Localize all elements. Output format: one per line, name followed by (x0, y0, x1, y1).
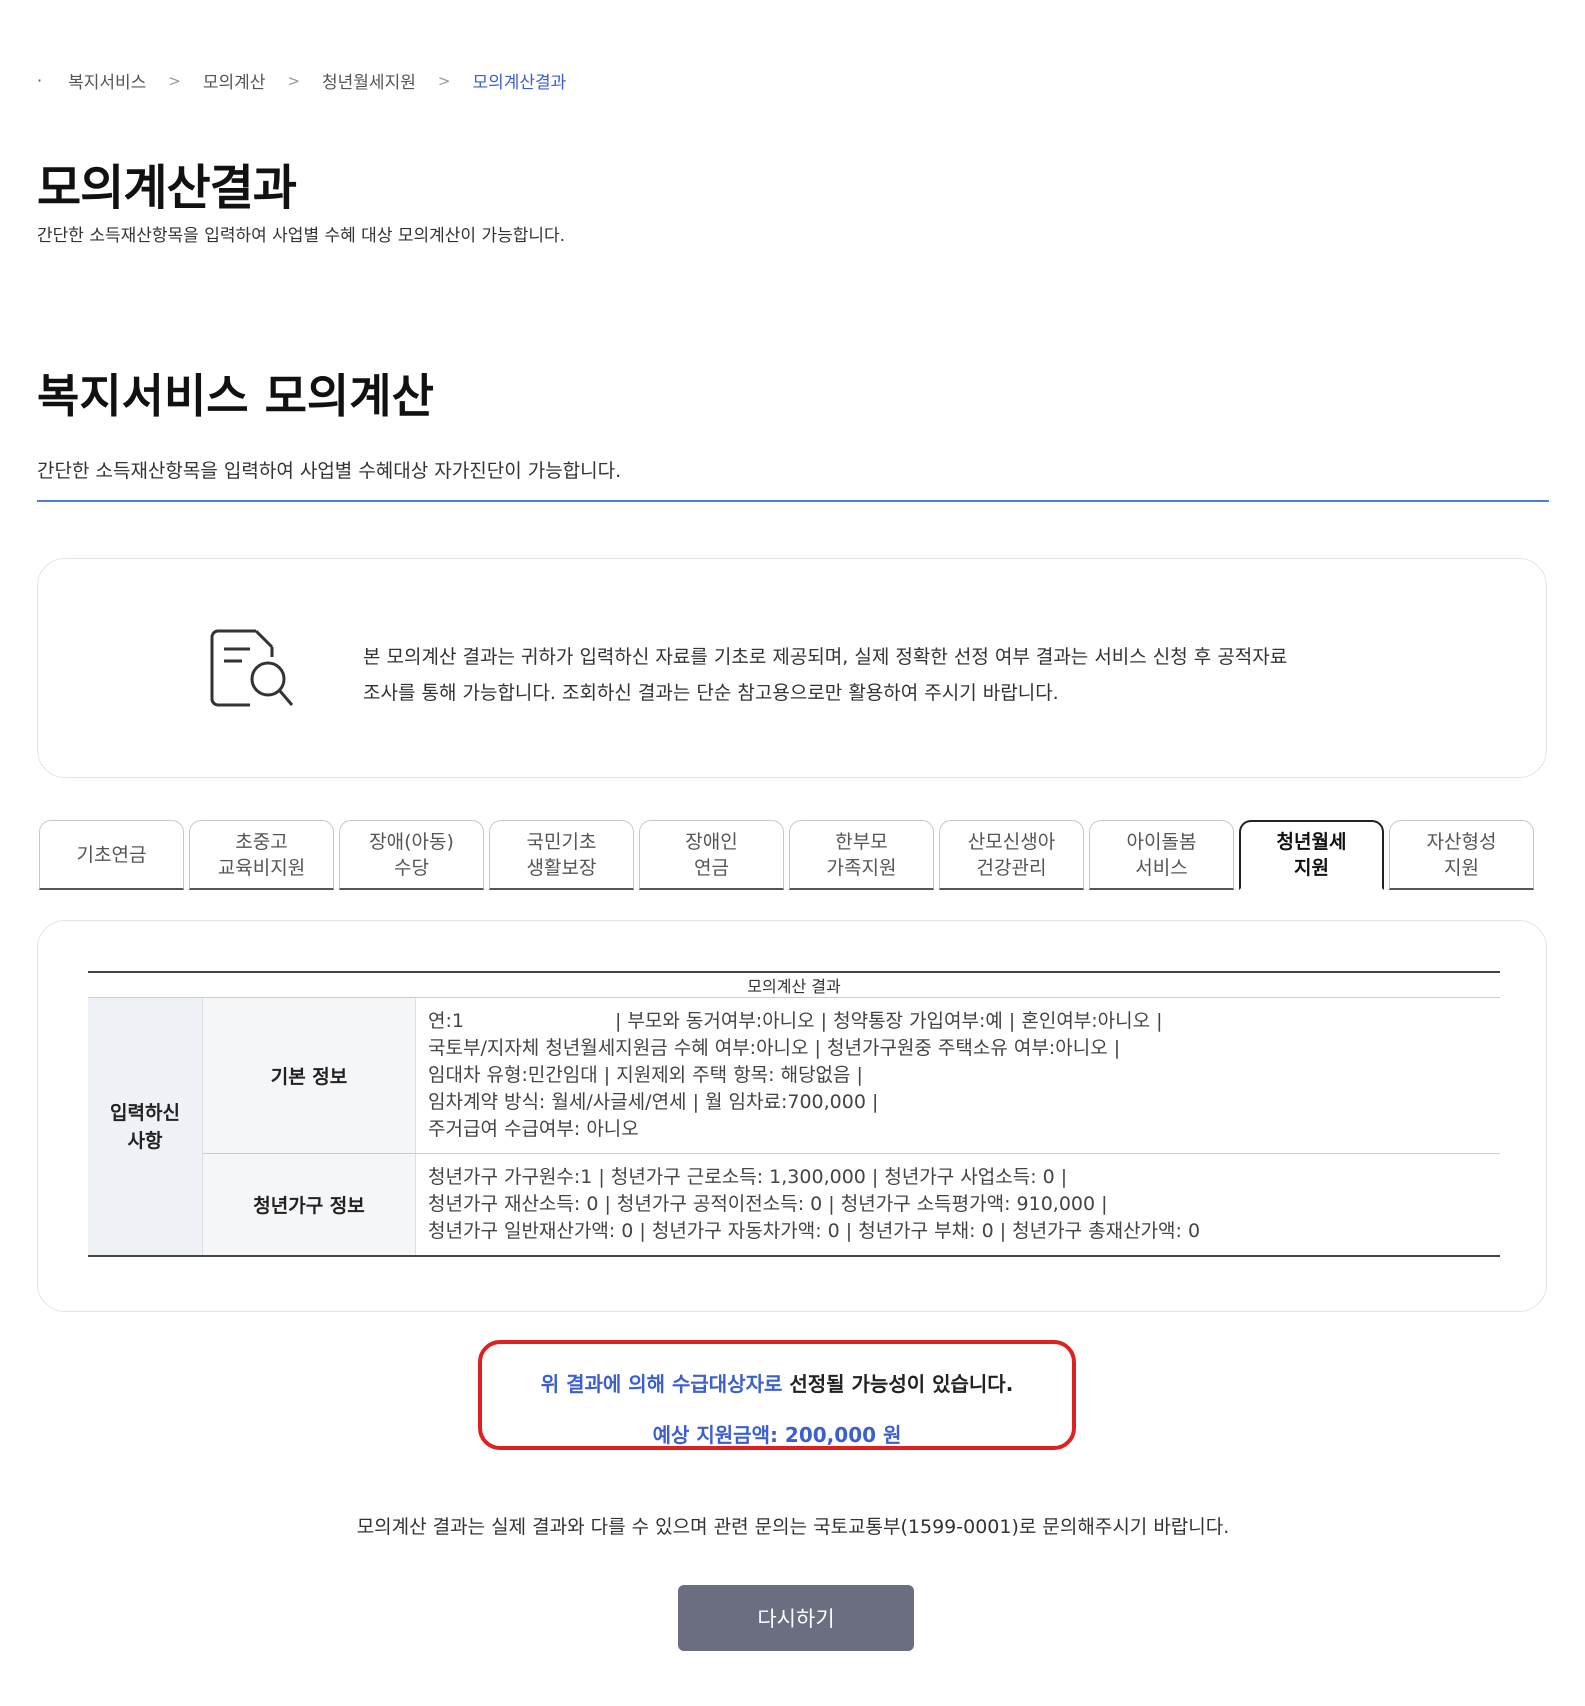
eligibility-message-rest: 선정될 가능성이 있습니다. (782, 1372, 1014, 1396)
section-divider (37, 500, 1549, 502)
page-title: 모의계산결과 (37, 160, 297, 216)
value-line: 청년가구 일반재산가액: 0 | 청년가구 자동차가액: 0 | 청년가구 부채… (428, 1220, 1201, 1242)
notice-text-line1: 본 모의계산 결과는 귀하가 입력하신 자료를 기초로 제공되며, 실제 정확한… (363, 646, 1288, 668)
value-line: 임대차 유형:민간임대 | 지원제외 주택 항목: 해당없음 | (428, 1064, 863, 1086)
section-subtitle: 간단한 소득재산항목을 입력하여 사업별 수혜대상 자가진단이 가능합니다. (37, 460, 622, 482)
row-label-basic-info: 기본 정보 (202, 997, 416, 1154)
value-line: 주거급여 수급여부: 아니오 (428, 1118, 639, 1140)
document-search-icon (210, 629, 294, 707)
breadcrumb-item-youth-rent[interactable]: 청년월세지원 (322, 68, 416, 93)
tab-disabled-child-allowance[interactable]: 장애(아동) 수당 (339, 820, 484, 890)
result-table: 모의계산 결과 입력하신 사항 기본 정보 연:1 | 부모와 동거여부:아니오… (88, 971, 1500, 1257)
chevron-right-icon: > (437, 71, 451, 90)
chevron-right-icon: > (168, 71, 181, 90)
page-subtitle: 간단한 소득재산항목을 입력하여 사업별 수혜 대상 모의계산이 가능합니다. (37, 226, 566, 246)
table-row: 입력하신 사항 기본 정보 연:1 | 부모와 동거여부:아니오 | 청약통장 … (88, 997, 1500, 1257)
breadcrumb: · 복지서비스 > 모의계산 > 청년월세지원 > 모의계산결과 (37, 68, 566, 93)
value-line: 청년가구 재산소득: 0 | 청년가구 공적이전소득: 0 | 청년가구 소득평… (428, 1193, 1108, 1215)
value-line: 국토부/지자체 청년월세지원금 수혜 여부:아니오 | 청년가구원중 주택소유 … (428, 1037, 1121, 1059)
breadcrumb-bullet: · (37, 71, 43, 90)
tab-basic-pension[interactable]: 기초연금 (39, 820, 184, 890)
breadcrumb-item-welfare[interactable]: 복지서비스 (68, 68, 146, 93)
table-caption-row: 모의계산 결과 (88, 971, 1500, 998)
value-line: 임차계약 방식: 월세/사글세/연세 | 월 임차료:700,000 | (428, 1091, 879, 1113)
retry-button[interactable]: 다시하기 (678, 1585, 914, 1651)
tab-youth-rent-support[interactable]: 청년월세 지원 (1239, 820, 1384, 890)
eligibility-message: 위 결과에 의해 수급대상자로 선정될 가능성이 있습니다. (482, 1368, 1072, 1397)
input-category-cell: 입력하신 사항 (88, 997, 203, 1257)
breadcrumb-item-simulation[interactable]: 모의계산 (203, 68, 266, 93)
tab-asset-building[interactable]: 자산형성 지원 (1389, 820, 1534, 890)
tab-maternity-care[interactable]: 산모신생아 건강관리 (939, 820, 1084, 890)
eligibility-result-box: 위 결과에 의해 수급대상자로 선정될 가능성이 있습니다. 예상 지원금액: … (478, 1340, 1076, 1450)
notice-text-line2: 조사를 통해 가능합니다. 조회하신 결과는 단순 참고용으로만 활용하여 주시… (363, 682, 1059, 704)
tab-single-parent[interactable]: 한부모 가족지원 (789, 820, 934, 890)
expected-amount: 예상 지원금액: 200,000 원 (652, 1423, 902, 1447)
section-title: 복지서비스 모의계산 (37, 369, 434, 423)
footer-note: 모의계산 결과는 실제 결과와 다를 수 있으며 관련 문의는 국토교통부(15… (356, 1516, 1230, 1538)
table-row: 청년가구 정보 청년가구 가구원수:1 | 청년가구 근로소득: 1,300,0… (88, 1153, 1500, 1257)
eligibility-message-highlight: 위 결과에 의해 수급대상자로 (540, 1372, 783, 1396)
value-line: 연:1 | 부모와 동거여부:아니오 | 청약통장 가입여부:예 | 혼인여부:… (428, 1010, 1163, 1032)
tab-basic-livelihood[interactable]: 국민기초 생활보장 (489, 820, 634, 890)
table-caption: 모의계산 결과 (88, 971, 1500, 998)
row-value-youth-household: 청년가구 가구원수:1 | 청년가구 근로소득: 1,300,000 | 청년가… (415, 1153, 1500, 1257)
value-line: 청년가구 가구원수:1 | 청년가구 근로소득: 1,300,000 | 청년가… (428, 1166, 1068, 1188)
notice-card: 본 모의계산 결과는 귀하가 입력하신 자료를 기초로 제공되며, 실제 정확한… (37, 558, 1547, 778)
breadcrumb-item-current: 모의계산결과 (472, 73, 567, 93)
chevron-right-icon: > (287, 71, 301, 90)
tab-disability-pension[interactable]: 장애인 연금 (639, 820, 784, 890)
row-value-basic-info: 연:1 | 부모와 동거여부:아니오 | 청약통장 가입여부:예 | 혼인여부:… (415, 997, 1500, 1154)
service-tabs: 기초연금 초중고 교육비지원 장애(아동) 수당 국민기초 생활보장 장애인 연… (39, 820, 1539, 890)
notice-text: 본 모의계산 결과는 귀하가 입력하신 자료를 기초로 제공되며, 실제 정확한… (363, 639, 1363, 711)
tab-childcare-service[interactable]: 아이돌봄 서비스 (1089, 820, 1234, 890)
row-label-youth-household: 청년가구 정보 (202, 1153, 416, 1257)
result-card: 모의계산 결과 입력하신 사항 기본 정보 연:1 | 부모와 동거여부:아니오… (37, 920, 1547, 1312)
tab-education-support[interactable]: 초중고 교육비지원 (189, 820, 334, 890)
